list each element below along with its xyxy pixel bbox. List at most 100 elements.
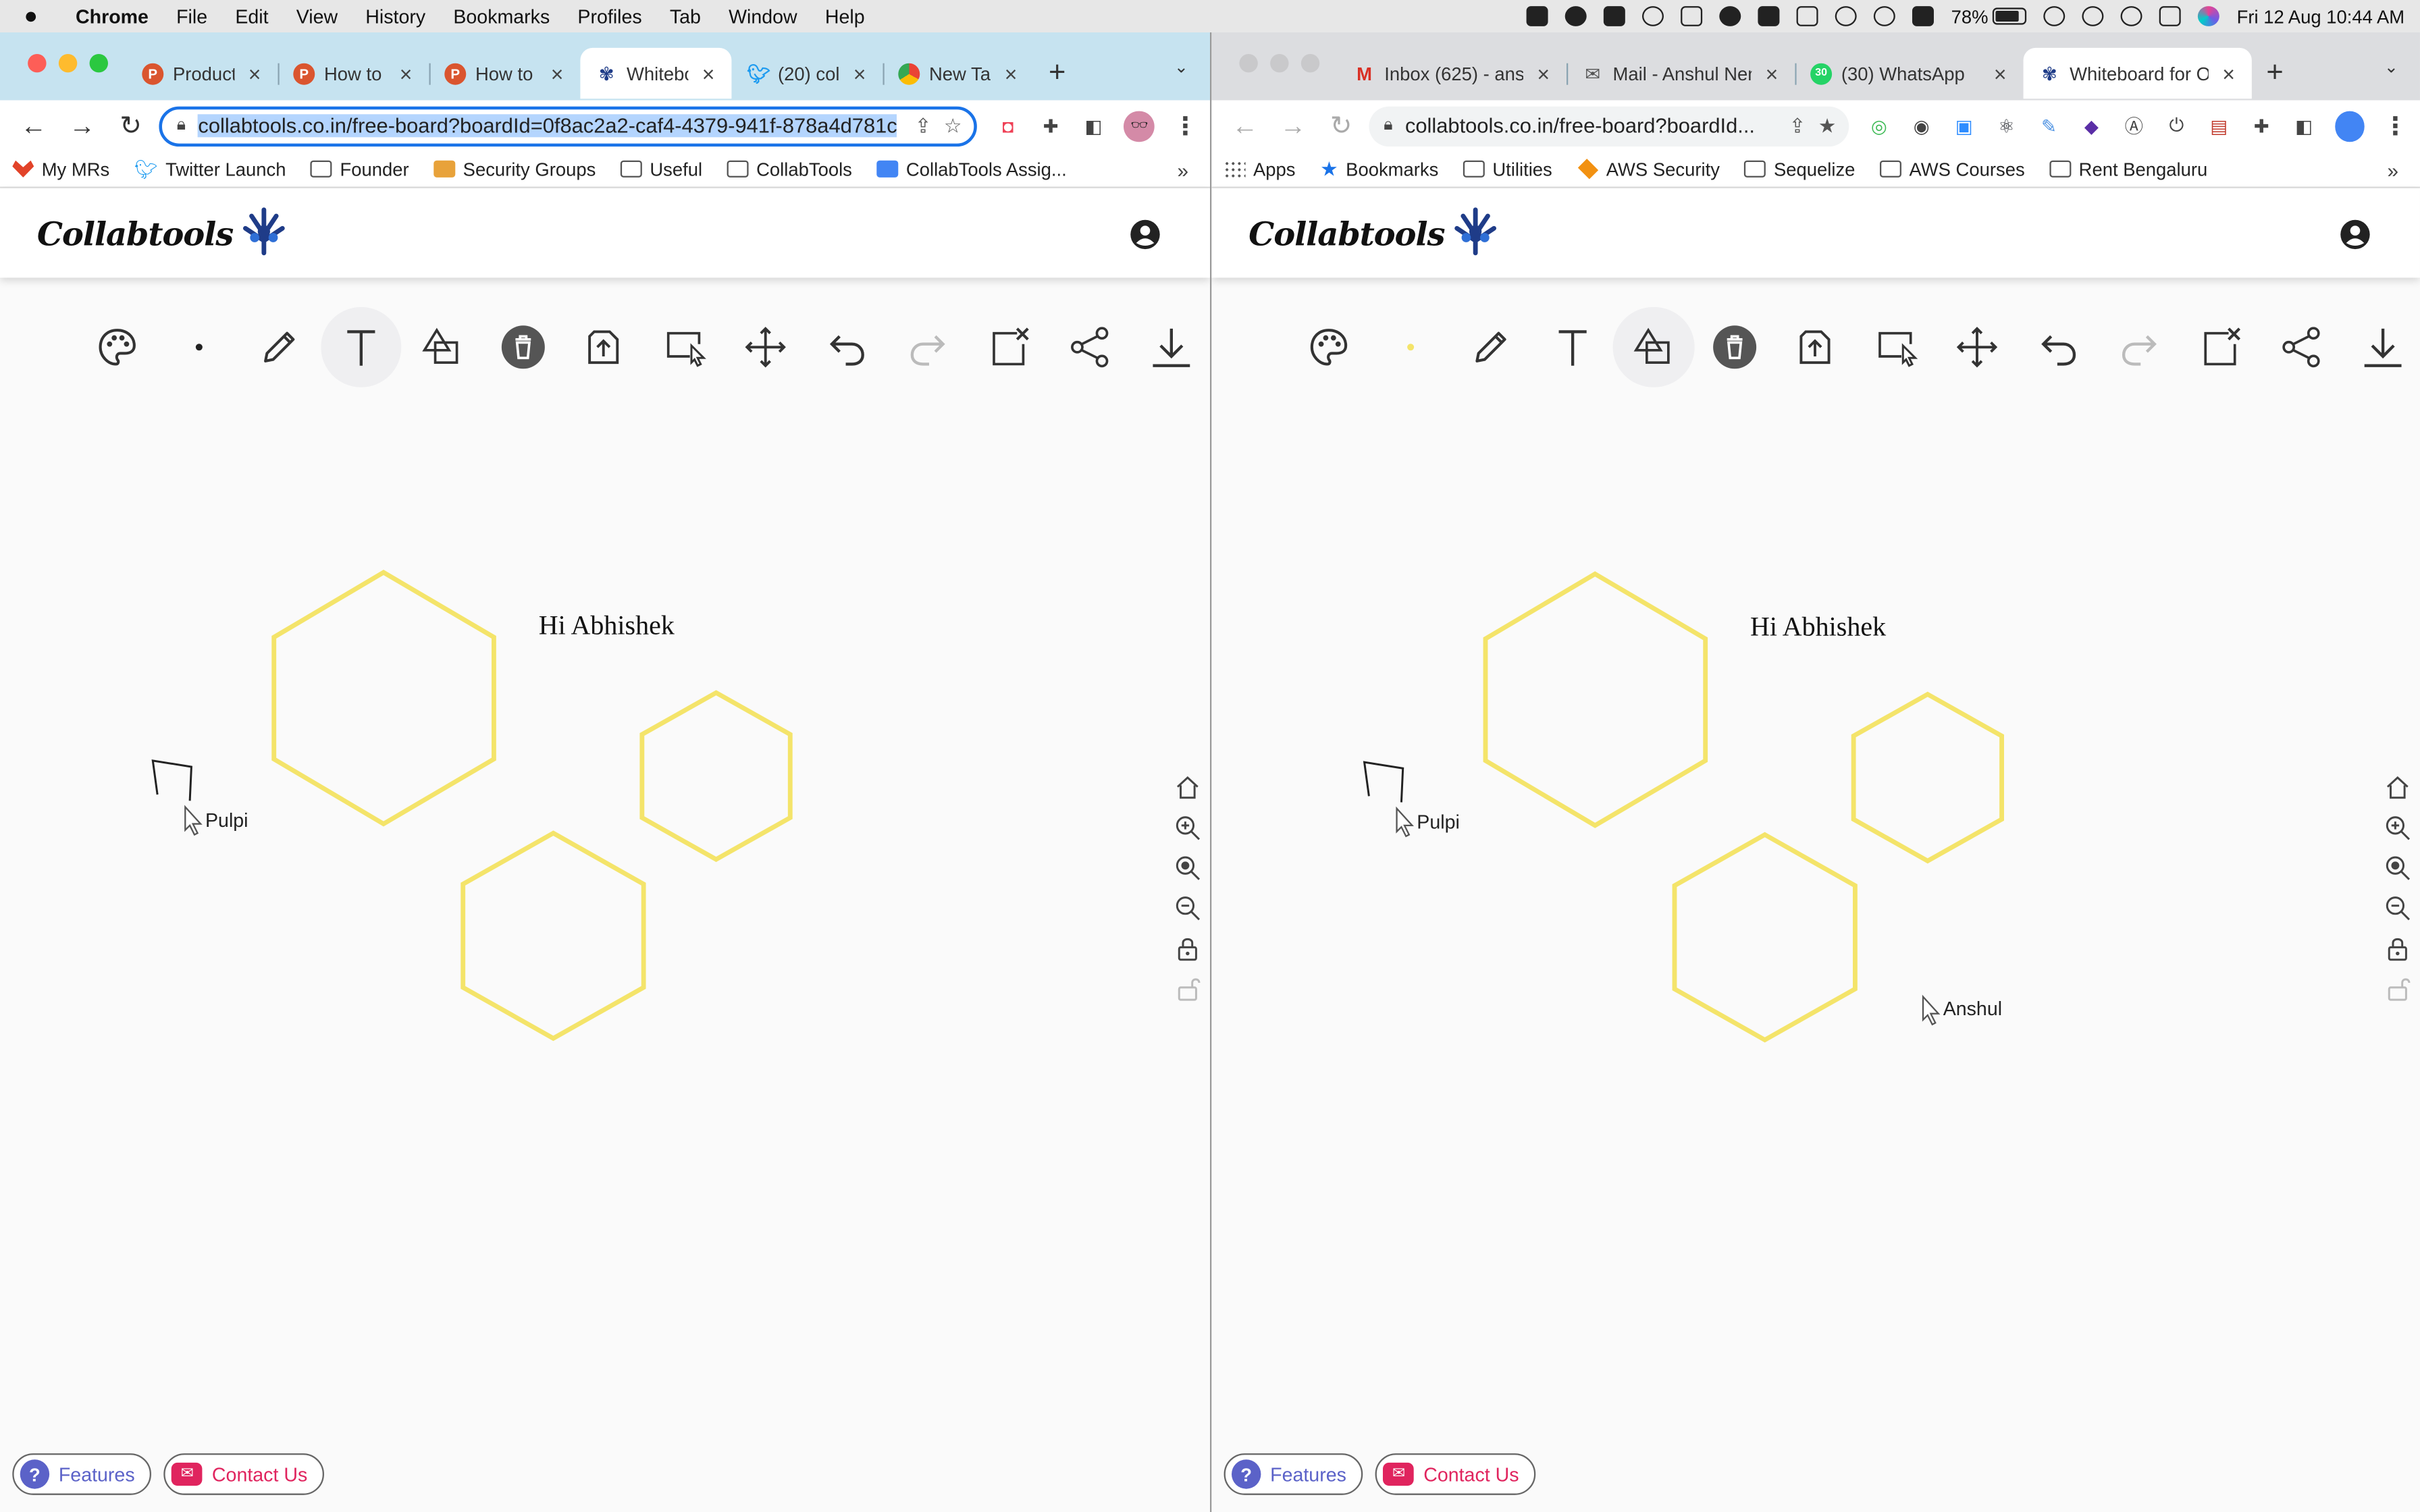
new-tab-button[interactable]: + [2252, 56, 2298, 90]
brush-size-tool[interactable] [158, 307, 239, 387]
pencil-tool[interactable] [239, 307, 320, 387]
bookmark-twitter-launch[interactable]: 🐦︎ Twitter Launch [134, 158, 286, 180]
bookmark-star-icon[interactable]: ☆ [944, 113, 962, 138]
bookmark-founder[interactable]: Founder [311, 158, 409, 180]
lock-button[interactable] [2383, 934, 2411, 963]
zoom-reset-button[interactable] [1173, 853, 1201, 882]
text-tool[interactable] [320, 306, 402, 387]
account-icon[interactable] [2340, 219, 2371, 250]
tab-whiteboard[interactable]: ✾ Whitebo × [580, 47, 732, 99]
back-button[interactable]: ← [1224, 104, 1266, 147]
close-tab-icon[interactable]: × [1533, 61, 1554, 86]
bookmark-useful[interactable]: Useful [620, 158, 702, 180]
bookmark-collabtools-assig[interactable]: CollabTools Assig... [876, 158, 1067, 180]
siri-icon[interactable] [2198, 6, 2220, 26]
zoom-window-button[interactable] [1300, 53, 1320, 73]
new-tab-button[interactable]: + [1034, 56, 1080, 90]
adblock-icon[interactable]: Ⓐ [2122, 113, 2147, 138]
tab-new-tab[interactable]: New Tab × [883, 50, 1034, 97]
reload-button[interactable]: ↻ [1320, 104, 1362, 147]
features-button[interactable]: ? Features [12, 1453, 152, 1495]
time-machine-icon[interactable] [1835, 6, 1858, 26]
hexagon-small[interactable] [639, 690, 793, 863]
shapes-tool[interactable] [1612, 306, 1694, 387]
canvas-text[interactable]: Hi Abhishek [539, 610, 675, 642]
contact-us-button[interactable]: ✉ Contact Us [164, 1453, 325, 1495]
battery-indicator[interactable]: 78% [1951, 5, 2027, 27]
whiteboard-canvas[interactable]: Hi Abhishek Pulpi Anshul [1211, 396, 2420, 1476]
menu-bookmarks[interactable]: Bookmarks [440, 5, 564, 27]
share-tool[interactable] [2261, 307, 2342, 387]
redo-tool[interactable] [887, 307, 968, 387]
close-tab-icon[interactable]: × [395, 61, 417, 86]
menu-window[interactable]: Window [714, 5, 811, 27]
pocket-extension-icon[interactable]: ◘ [996, 113, 1020, 138]
bookmark-aws-security[interactable]: AWS Security [1577, 158, 1720, 180]
menu-help[interactable]: Help [811, 5, 878, 27]
bookmark-sequelize[interactable]: Sequelize [1744, 158, 1855, 180]
butterfly-icon[interactable] [1719, 6, 1741, 26]
bookmark-security-groups[interactable]: Security Groups [433, 158, 596, 180]
hexagon-large[interactable] [1483, 571, 1708, 828]
menu-app-name[interactable]: Chrome [61, 5, 162, 27]
tab-how-to-l[interactable]: P How to L × [278, 50, 429, 97]
menu-view[interactable]: View [282, 5, 352, 27]
minimize-window-button[interactable] [1270, 53, 1289, 73]
extension-green-icon[interactable]: ◎ [1867, 113, 1891, 138]
move-tool[interactable] [725, 307, 806, 387]
redo-tool[interactable] [2099, 307, 2180, 387]
unlock-button[interactable] [2383, 973, 2411, 1002]
user-switch-icon[interactable] [2082, 6, 2105, 26]
pencil-tool[interactable] [1451, 307, 1532, 387]
freehand-stroke[interactable] [151, 759, 192, 801]
arc-icon[interactable] [1681, 6, 1703, 26]
zoom-in-button[interactable] [1173, 813, 1201, 842]
home-button[interactable] [2383, 773, 2411, 802]
play-icon[interactable] [1874, 6, 1896, 26]
features-button[interactable]: ? Features [1224, 1453, 1364, 1495]
profile-avatar-icon[interactable]: 👓︎ [1124, 110, 1155, 142]
bluetooth-icon[interactable] [1912, 6, 1935, 26]
bookmark-collabtools[interactable]: CollabTools [727, 158, 852, 180]
close-tab-icon[interactable]: × [1000, 61, 1022, 86]
undo-tool[interactable] [806, 307, 887, 387]
diamond-extension-icon[interactable]: ◆ [2080, 113, 2103, 138]
bars-status-icon[interactable] [1527, 6, 1549, 26]
close-window-button[interactable] [28, 53, 47, 73]
clear-tool[interactable] [2180, 307, 2261, 387]
tab-mail[interactable]: ✉ Mail - Anshul Nem × [1566, 50, 1795, 97]
side-panel-icon[interactable]: ◧ [1081, 113, 1105, 138]
account-icon[interactable] [1130, 219, 1161, 250]
delete-tool[interactable] [1694, 307, 1775, 387]
bookmark-apps[interactable]: Apps [1224, 158, 1296, 180]
share-tool[interactable] [1049, 307, 1130, 387]
chrome-menu-icon[interactable]: ⋮ [1173, 113, 1198, 140]
address-bar[interactable]: 🔒︎ collabtools.co.in/free-board?boardId=… [158, 105, 978, 146]
grammarly-icon[interactable] [1565, 6, 1587, 26]
more-bookmarks-icon[interactable]: » [1177, 159, 1188, 182]
canvas-text[interactable]: Hi Abhishek [1750, 611, 1886, 643]
download-tool[interactable] [2342, 307, 2420, 387]
freehand-stroke[interactable] [1363, 761, 1404, 803]
tab-product[interactable]: P Product × [126, 50, 278, 97]
tab-gmail-inbox[interactable]: M Inbox (625) - ansh × [1338, 50, 1567, 97]
upload-tool[interactable] [1775, 307, 1856, 387]
close-tab-icon[interactable]: × [1761, 61, 1783, 86]
bus-extension-icon[interactable]: ▤ [2207, 113, 2231, 138]
home-button[interactable] [1173, 773, 1201, 802]
zoom-window-button[interactable] [89, 53, 108, 73]
unlock-button[interactable] [1173, 973, 1201, 1002]
zoom-extension-icon[interactable]: ▣ [1952, 113, 1976, 138]
profile-avatar-icon[interactable] [2334, 110, 2365, 142]
chrome-menu-icon[interactable]: ⋮ [2383, 113, 2408, 140]
share-page-icon[interactable]: ⇪ [1789, 113, 1806, 138]
bookmark-bookmarks[interactable]: ★ Bookmarks [1320, 157, 1438, 182]
brush-size-tool[interactable] [1370, 307, 1451, 387]
close-tab-icon[interactable]: × [2218, 61, 2240, 86]
zoom-reset-button[interactable] [2383, 853, 2411, 882]
bookmark-aws-courses[interactable]: AWS Courses [1880, 158, 2025, 180]
palette-tool[interactable] [1289, 307, 1370, 387]
lock-icon[interactable]: 🔒︎ [177, 115, 186, 136]
share-page-icon[interactable]: ⇪ [915, 113, 932, 138]
triangle-app-icon[interactable] [1604, 6, 1626, 26]
